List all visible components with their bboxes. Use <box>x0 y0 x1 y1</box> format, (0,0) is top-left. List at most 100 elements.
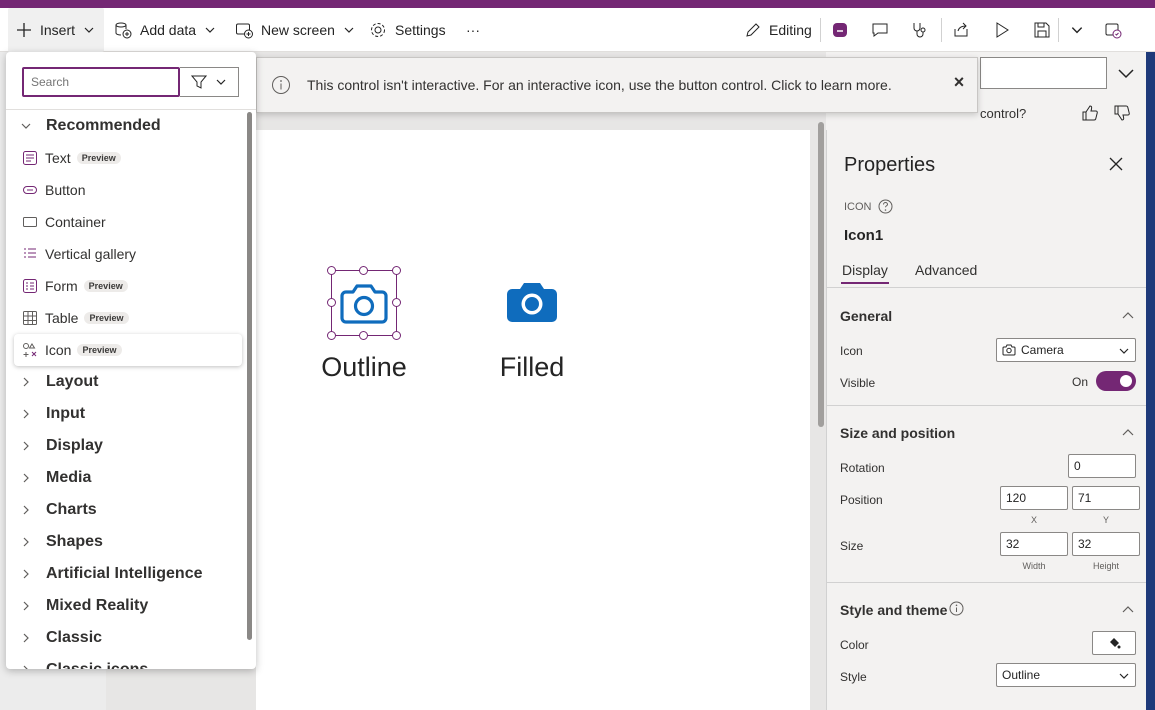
insert-item-icon[interactable]: Icon Preview <box>14 334 242 366</box>
icon-dropdown[interactable]: Camera <box>996 338 1136 362</box>
category-label: Recommended <box>46 117 161 134</box>
insert-item-form[interactable]: Form Preview <box>14 270 242 302</box>
stethoscope-icon <box>913 23 926 38</box>
camera-outline-icon[interactable] <box>338 278 390 330</box>
category-ai[interactable]: Artificial Intelligence <box>6 558 246 590</box>
section-style-theme-title[interactable]: Style and theme <box>840 602 947 618</box>
tab-display[interactable]: Display <box>842 262 888 278</box>
category-charts[interactable]: Charts <box>6 494 246 526</box>
preview-badge: Preview <box>83 280 128 292</box>
publish-button[interactable] <box>1104 8 1122 52</box>
resize-handle[interactable] <box>392 298 401 307</box>
chevron-up-icon[interactable] <box>1121 603 1135 617</box>
category-shapes[interactable]: Shapes <box>6 526 246 558</box>
section-divider <box>827 287 1147 288</box>
chevron-right-icon <box>23 409 29 419</box>
insert-label: Insert <box>40 22 76 38</box>
thumbs-up-icon[interactable] <box>1081 104 1099 122</box>
chevron-right-icon <box>23 377 29 387</box>
category-label: Layout <box>46 373 99 390</box>
section-divider <box>827 582 1147 583</box>
editing-label: Editing <box>769 22 812 38</box>
resize-handle[interactable] <box>359 266 368 275</box>
height-input[interactable]: 32 <box>1072 532 1140 556</box>
filter-button[interactable] <box>180 67 239 97</box>
resize-handle[interactable] <box>327 298 336 307</box>
color-picker-button[interactable] <box>1092 631 1136 655</box>
category-classic[interactable]: Classic <box>6 622 246 654</box>
category-classic-icons[interactable]: Classic icons <box>6 654 246 669</box>
insert-item-container[interactable]: Container <box>14 206 242 238</box>
camera-filled-icon[interactable] <box>505 276 559 330</box>
chevron-up-icon[interactable] <box>1121 309 1135 323</box>
panel-scrollbar[interactable] <box>247 112 252 640</box>
style-dropdown[interactable]: Outline <box>996 663 1136 687</box>
resize-handle[interactable] <box>392 266 401 275</box>
resize-handle[interactable] <box>327 331 336 340</box>
position-x-input[interactable]: 120 <box>1000 486 1068 510</box>
visible-toggle[interactable] <box>1096 371 1136 391</box>
chevron-down-icon <box>344 27 354 33</box>
thumbs-down-icon[interactable] <box>1113 104 1131 122</box>
play-icon <box>996 22 1009 38</box>
preview-button[interactable] <box>993 8 1011 52</box>
share-button[interactable] <box>952 8 970 52</box>
camera-icon <box>1002 344 1016 356</box>
category-recommended[interactable]: Recommended <box>6 110 246 142</box>
info-banner[interactable]: This control isn't interactive. For an i… <box>256 57 978 113</box>
share-icon <box>954 22 968 37</box>
search-input[interactable] <box>22 67 180 97</box>
section-size-position-title[interactable]: Size and position <box>840 425 955 441</box>
info-icon[interactable] <box>949 601 964 616</box>
chevron-down-icon <box>216 79 226 85</box>
add-data-button[interactable]: Add data <box>114 8 216 52</box>
category-layout[interactable]: Layout <box>6 366 246 398</box>
preview-badge: Preview <box>76 152 121 164</box>
category-mixed-reality[interactable]: Mixed Reality <box>6 590 246 622</box>
editing-button[interactable]: Editing <box>745 8 812 52</box>
banner-close-button[interactable]: × <box>949 72 969 93</box>
color-label: Color <box>840 638 869 652</box>
more-button[interactable]: ··· <box>466 8 480 52</box>
tab-display-indicator <box>841 282 889 284</box>
chevron-up-icon[interactable] <box>1121 426 1135 440</box>
icon-dropdown-value: Camera <box>1021 343 1064 357</box>
chevron-down-icon <box>205 27 215 33</box>
property-formula-combo[interactable] <box>980 57 1107 89</box>
help-icon[interactable] <box>878 199 893 214</box>
section-general-title[interactable]: General <box>840 308 892 324</box>
insert-item-vertical-gallery[interactable]: Vertical gallery <box>14 238 242 270</box>
resize-handle[interactable] <box>359 331 368 340</box>
resize-handle[interactable] <box>392 331 401 340</box>
category-input[interactable]: Input <box>6 398 246 430</box>
chevron-right-icon <box>23 505 29 515</box>
insert-item-table[interactable]: Table Preview <box>14 302 242 334</box>
resize-handle[interactable] <box>327 266 336 275</box>
category-media[interactable]: Media <box>6 462 246 494</box>
insert-item-button[interactable]: Button <box>14 174 242 206</box>
rotation-input[interactable]: 0 <box>1068 454 1136 478</box>
category-display[interactable]: Display <box>6 430 246 462</box>
container-icon <box>22 217 37 227</box>
new-screen-button[interactable]: New screen <box>235 8 355 52</box>
gear-icon <box>371 23 385 37</box>
chevron-down-icon[interactable] <box>1116 63 1136 83</box>
comments-button[interactable] <box>871 8 889 52</box>
canvas-scrollbar[interactable] <box>818 122 824 427</box>
close-icon[interactable] <box>1108 156 1124 172</box>
form-icon <box>22 279 37 293</box>
width-input[interactable]: 32 <box>1000 532 1068 556</box>
y-caption: Y <box>1102 515 1109 525</box>
app-checker-button[interactable] <box>910 8 928 52</box>
save-button[interactable] <box>1033 8 1051 52</box>
screen-canvas[interactable]: Outline Filled <box>256 130 810 710</box>
insert-item-text[interactable]: Text Preview <box>14 142 242 174</box>
tab-advanced[interactable]: Advanced <box>915 262 977 278</box>
settings-button[interactable]: Settings <box>369 8 446 52</box>
copilot-button[interactable] <box>831 8 849 52</box>
insert-button[interactable]: Insert <box>8 8 104 52</box>
save-options-button[interactable] <box>1070 8 1084 52</box>
toolbar-divider <box>820 18 821 42</box>
position-y-input[interactable]: 71 <box>1072 486 1140 510</box>
category-label: Classic icons <box>46 661 148 669</box>
